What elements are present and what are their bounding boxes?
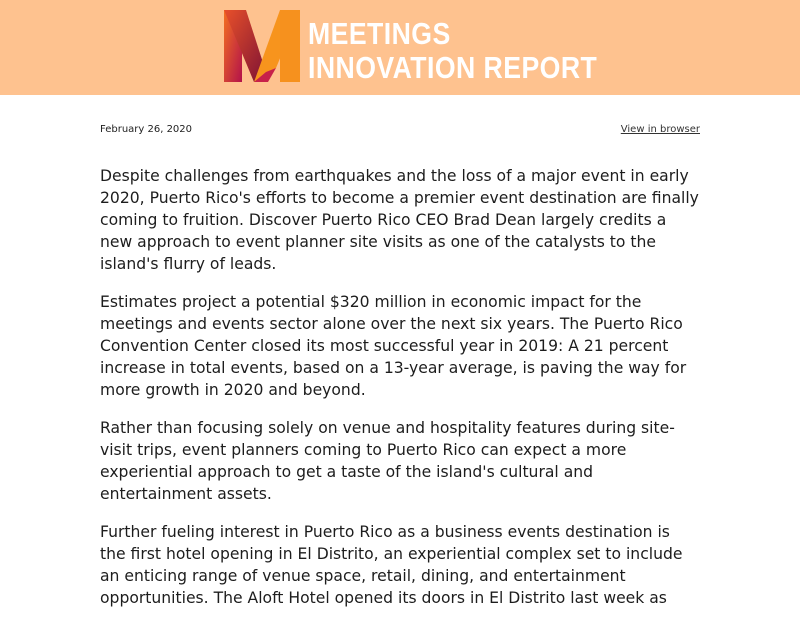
article-body: Despite challenges from earthquakes and … bbox=[100, 165, 700, 609]
issue-date: February 26, 2020 bbox=[100, 124, 193, 135]
view-in-browser-link[interactable]: View in browser bbox=[621, 124, 700, 135]
article-paragraph: Rather than focusing solely on venue and… bbox=[100, 419, 675, 503]
article-paragraph: Despite challenges from earthquakes and … bbox=[100, 167, 699, 273]
brand-line-2: INNOVATION REPORT bbox=[308, 50, 598, 85]
article-paragraph: Estimates project a potential $320 milli… bbox=[100, 293, 687, 399]
email-body: February 26, 2020 View in browser Despit… bbox=[100, 95, 700, 625]
brand-wordmark: MEETINGS INNOVATION REPORT bbox=[308, 17, 597, 85]
article-paragraph: Further fueling interest in Puerto Rico … bbox=[100, 523, 683, 607]
header-banner: MEETINGS INNOVATION REPORT bbox=[0, 0, 800, 95]
brand-line-1: MEETINGS bbox=[308, 16, 451, 51]
meta-row: February 26, 2020 View in browser bbox=[100, 124, 700, 152]
stylized-m-logo-icon[interactable] bbox=[224, 10, 302, 82]
